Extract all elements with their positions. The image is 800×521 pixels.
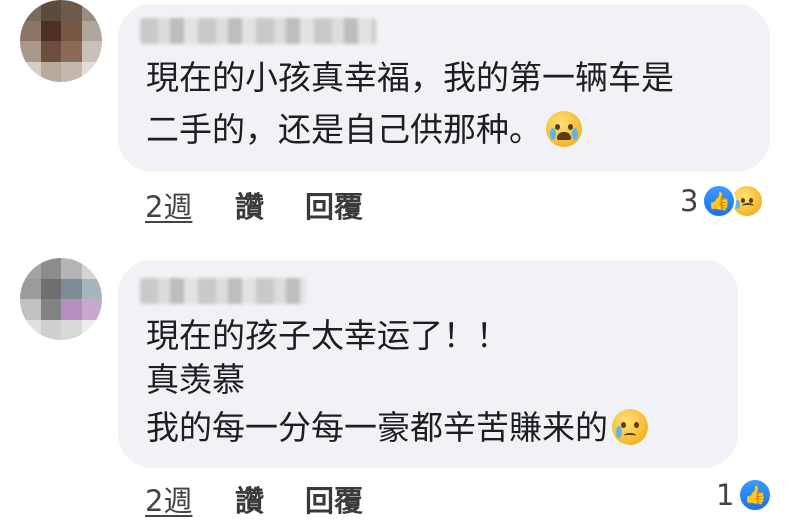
reply-button[interactable]: 回覆 <box>305 184 363 226</box>
author-name[interactable] <box>140 18 376 44</box>
comment-text-line: 二手的，还是自己供那种。 <box>146 110 582 150</box>
reaction-count: 1 <box>716 478 735 512</box>
comment-bubble: 現在的孩子太幸运了！！ 真羡慕 我的每一分每一豪都辛苦賺来的 <box>118 260 738 468</box>
comment-text: 我的每一分每一豪都辛苦賺来的 <box>146 408 608 447</box>
like-icon: 👍 <box>702 184 737 218</box>
reply-button[interactable]: 回覆 <box>305 478 363 520</box>
like-button[interactable]: 讚 <box>235 478 264 520</box>
reaction-summary[interactable]: 1 👍 <box>716 478 773 512</box>
avatar[interactable] <box>20 0 102 82</box>
comment-text-line: 真羡慕 <box>146 360 245 399</box>
like-button[interactable]: 讚 <box>235 184 264 226</box>
reaction-count: 3 <box>680 184 699 218</box>
loudly-crying-face-emoji <box>546 111 582 147</box>
timestamp-link[interactable]: 2週 <box>145 184 192 226</box>
like-icon: 👍 <box>738 478 773 512</box>
author-name[interactable] <box>140 278 306 304</box>
timestamp-link[interactable]: 2週 <box>145 478 192 520</box>
reaction-summary[interactable]: 3 👍 <box>680 184 765 218</box>
comment-text-line: 現在的孩子太幸运了！！ <box>146 316 509 355</box>
comment-bubble: 現在的小孩真幸福，我的第一辆车是 二手的，还是自己供那种。 <box>118 4 770 172</box>
comment-text-line: 現在的小孩真幸福，我的第一辆车是 <box>146 58 674 97</box>
comment-text: 二手的，还是自己供那种。 <box>146 110 542 149</box>
crying-face-emoji <box>612 409 648 445</box>
comment-text-line: 我的每一分每一豪都辛苦賺来的 <box>146 408 648 448</box>
avatar[interactable] <box>20 258 102 340</box>
